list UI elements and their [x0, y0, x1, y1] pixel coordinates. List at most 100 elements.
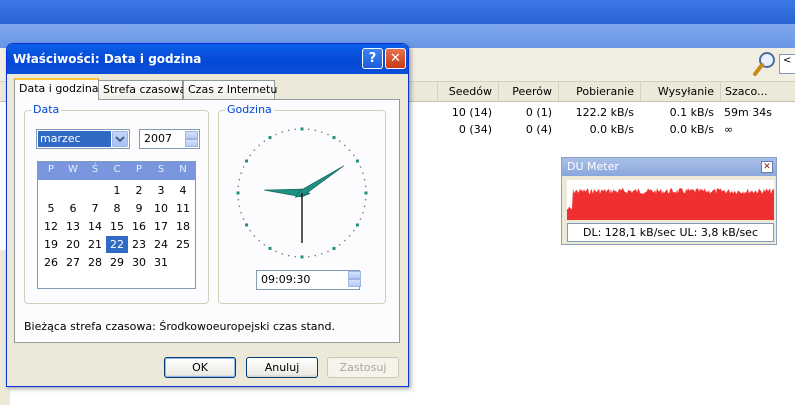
du-meter-window[interactable]: DU Meter ✕ DL: 128,1 kB/sec UL: 3,8 kB/s… — [561, 157, 777, 245]
clock-minute-mark — [314, 254, 317, 257]
clock-minute-mark — [253, 235, 256, 237]
calendar-day[interactable]: 9 — [128, 200, 150, 217]
tab-time-zone[interactable]: Strefa czasowa — [98, 80, 186, 99]
spin-up-icon[interactable] — [348, 271, 361, 279]
calendar-day[interactable]: 16 — [128, 218, 150, 235]
clock-minute-mark — [249, 229, 251, 232]
app-titlebar — [0, 0, 795, 24]
cell-seeds: 10 (14) — [451, 106, 492, 119]
calendar-day[interactable]: 17 — [150, 218, 172, 235]
cell-peers: 0 (4) — [525, 123, 552, 136]
calendar-day[interactable]: 25 — [172, 236, 194, 253]
year-spinner[interactable]: 2007 — [139, 129, 200, 149]
clock-minute-mark — [321, 253, 323, 255]
column-header-upload[interactable]: Wysyłanie — [640, 82, 720, 101]
calendar-day[interactable]: 4 — [172, 182, 194, 199]
calendar-day[interactable]: 8 — [106, 200, 128, 217]
calendar-day[interactable]: 29 — [106, 254, 128, 271]
clock-minute-mark — [362, 212, 364, 214]
spin-down-icon[interactable] — [348, 279, 361, 287]
spin-up-icon[interactable] — [185, 131, 198, 139]
calendar-day[interactable]: 28 — [84, 254, 106, 271]
clock-hour-mark — [355, 159, 359, 163]
column-header-download[interactable]: Pobieranie — [558, 82, 640, 101]
column-header-eta[interactable]: Szaco... — [720, 82, 795, 101]
analog-clock — [236, 127, 368, 259]
calendar-day[interactable]: 3 — [150, 182, 172, 199]
calendar-day[interactable]: 7 — [84, 200, 106, 217]
month-value: marzec — [38, 131, 111, 147]
cell-seeds: 0 (34) — [458, 123, 492, 136]
calendar-day[interactable]: 11 — [172, 200, 194, 217]
cancel-button[interactable]: Anuluj — [246, 357, 318, 378]
calendar-day[interactable]: 19 — [40, 236, 62, 253]
clock-minute-mark — [242, 218, 245, 220]
clock-minute-mark — [353, 229, 355, 232]
clock-minute-mark — [344, 239, 346, 242]
calendar-day[interactable]: 6 — [62, 200, 84, 217]
calendar-day[interactable]: 26 — [40, 254, 62, 271]
clock-hour-mark — [236, 191, 240, 195]
calendar-day[interactable]: 23 — [128, 236, 150, 253]
month-select[interactable]: marzec — [36, 129, 130, 149]
search-input[interactable]: < — [779, 54, 795, 74]
clock-minute-mark — [258, 239, 260, 242]
clock-minute-mark — [275, 133, 277, 136]
spin-down-icon[interactable] — [185, 139, 198, 147]
calendar-day[interactable]: 30 — [128, 254, 150, 271]
calendar-weekday-header: PWŚCPSN — [38, 162, 195, 180]
clock-minute-mark — [294, 128, 297, 131]
ok-button[interactable]: OK — [164, 357, 236, 378]
tab-internet-time[interactable]: Czas z Internetu — [183, 80, 277, 99]
calendar-day[interactable]: 13 — [62, 218, 84, 235]
magnifier-icon[interactable] — [751, 50, 779, 78]
weekday-header: W — [68, 164, 78, 175]
clock-minute-mark — [363, 205, 366, 208]
cell-upload: 0.0 kB/s — [669, 123, 714, 136]
calendar-day[interactable]: 31 — [150, 254, 172, 271]
chevron-down-icon[interactable] — [112, 131, 128, 147]
clock-minute-mark — [294, 255, 297, 258]
close-icon[interactable]: ✕ — [761, 161, 773, 173]
tab-date-time[interactable]: Data i godzina — [14, 78, 99, 100]
calendar-day[interactable]: 12 — [40, 218, 62, 235]
clock-minute-mark — [281, 253, 283, 255]
time-value: 09:09:30 — [261, 273, 311, 286]
apply-button[interactable]: Zastosuj — [327, 357, 399, 378]
clock-minute-mark — [364, 185, 367, 188]
calendar-day[interactable]: 5 — [40, 200, 62, 217]
calendar-day[interactable]: 1 — [106, 182, 128, 199]
date-group-label: Data — [31, 103, 62, 116]
calendar-day[interactable]: 20 — [62, 236, 84, 253]
clock-minute-mark — [237, 198, 240, 201]
column-header-peers[interactable]: Peerów — [498, 82, 558, 101]
calendar-day[interactable]: 18 — [172, 218, 194, 235]
help-button[interactable]: ? — [362, 48, 383, 69]
clock-minute-mark — [359, 166, 362, 168]
clock-minute-mark — [238, 205, 241, 208]
calendar-day[interactable]: 2 — [128, 182, 150, 199]
calendar-day[interactable]: 10 — [150, 200, 172, 217]
cell-eta: 59m 34s — [724, 106, 772, 119]
column-header-seeds[interactable]: Seedów — [437, 82, 498, 101]
clock-minute-mark — [338, 140, 341, 142]
clock-minute-mark — [263, 140, 266, 142]
time-input[interactable]: 09:09:30 — [256, 270, 361, 290]
close-button[interactable]: ✕ — [385, 48, 406, 69]
du-meter-status: DL: 128,1 kB/sec UL: 3,8 kB/sec — [567, 223, 774, 242]
clock-minute-mark — [275, 250, 277, 253]
clock-hour-mark — [268, 136, 272, 140]
calendar-day[interactable]: 15 — [106, 218, 128, 235]
calendar-day[interactable]: 22 — [106, 236, 128, 253]
calendar-day[interactable]: 24 — [150, 236, 172, 253]
calendar-day[interactable]: 14 — [84, 218, 106, 235]
clock-minute-mark — [314, 129, 317, 132]
clock-minute-mark — [348, 149, 351, 151]
calendar-day[interactable]: 21 — [84, 236, 106, 253]
clock-hour-mark — [332, 246, 336, 250]
clock-minute-mark — [237, 185, 240, 188]
clock-minute-mark — [348, 235, 351, 237]
calendar-day[interactable]: 27 — [62, 254, 84, 271]
calendar[interactable]: PWŚCPSN 1 2 3 4 5 6 7 8 9 10 11 12 13 14 15 16 17 18 19 20 2… — [37, 161, 196, 289]
clock-minute-hand — [294, 165, 345, 198]
